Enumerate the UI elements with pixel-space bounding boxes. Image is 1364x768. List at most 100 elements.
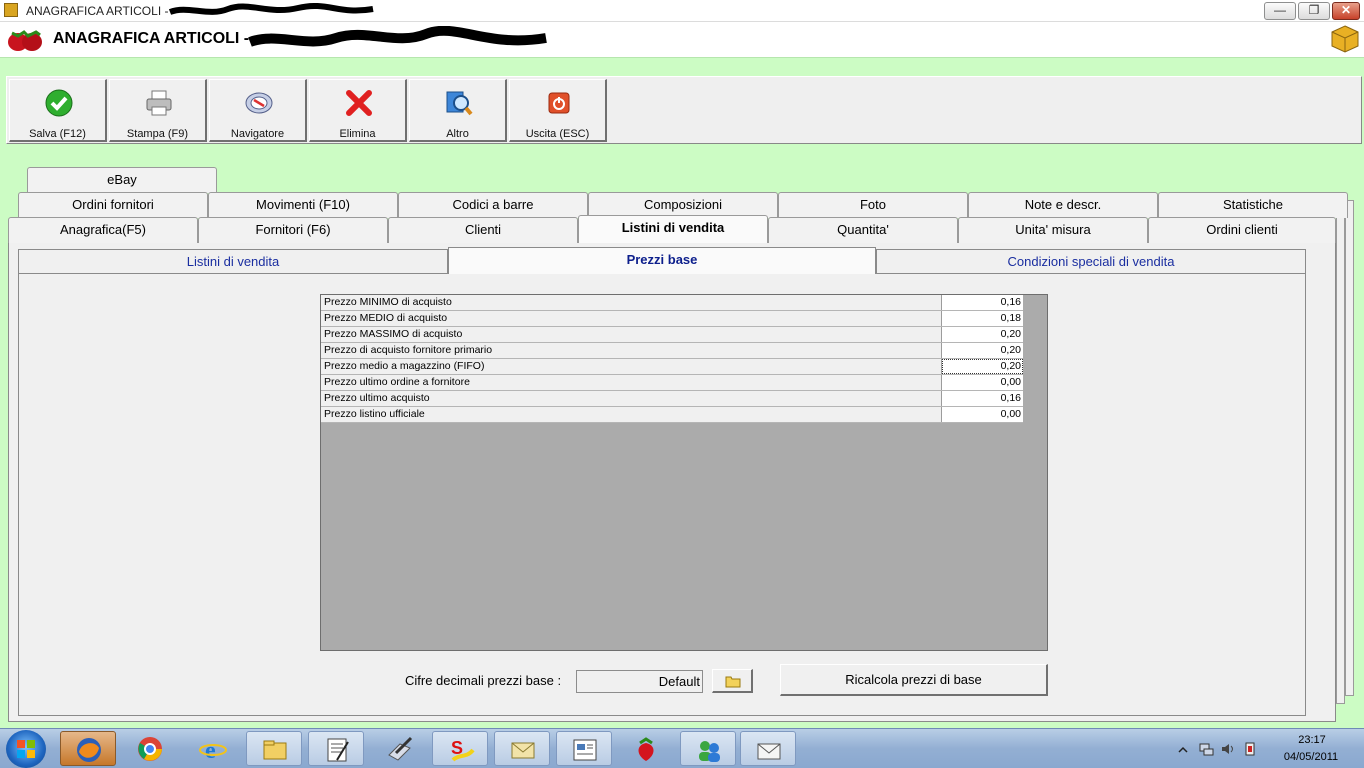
checkmark-icon: [45, 89, 73, 117]
tab-ebay[interactable]: eBay: [27, 167, 217, 193]
decimal-digits-field[interactable]: Default: [576, 670, 703, 693]
print-button[interactable]: Stampa (F9): [109, 79, 207, 142]
search-icon: [446, 91, 473, 116]
window-title-bar: ANAGRAFICA ARTICOLI - — ❐ ✕: [0, 0, 1364, 22]
notepad-icon: [327, 738, 349, 762]
taskbar-messenger[interactable]: [680, 731, 736, 766]
minimize-button[interactable]: —: [1264, 2, 1296, 20]
news-icon: [573, 739, 597, 761]
price-value[interactable]: 0,16: [942, 391, 1023, 406]
maximize-button[interactable]: ❐: [1298, 2, 1330, 20]
tab-note-descr[interactable]: Note e descr.: [968, 192, 1158, 218]
tab-fornitori[interactable]: Fornitori (F6): [198, 217, 388, 243]
taskbar-strawberry-app[interactable]: [618, 731, 674, 766]
table-row: Prezzo listino ufficiale 0,00: [321, 407, 1023, 423]
recalculate-base-prices-button[interactable]: Ricalcola prezzi di base: [780, 664, 1048, 696]
tab-listini-di-vendita[interactable]: Listini di vendita: [578, 215, 768, 243]
price-value[interactable]: 0,16: [942, 295, 1023, 310]
close-button[interactable]: ✕: [1332, 2, 1360, 20]
taskbar-chrome[interactable]: [122, 731, 178, 766]
print-label: Stampa (F9): [126, 128, 189, 140]
tab-unita-misura[interactable]: Unita' misura: [958, 217, 1148, 243]
folder-button[interactable]: [712, 669, 753, 693]
delete-button[interactable]: Elimina: [309, 79, 407, 142]
exit-button[interactable]: Uscita (ESC): [509, 79, 607, 142]
save-button[interactable]: Salva (F12): [9, 79, 107, 142]
delete-label: Elimina: [339, 128, 376, 140]
taskbar-envelope[interactable]: [740, 731, 796, 766]
taskbar-ie[interactable]: e: [185, 731, 241, 766]
network-icon[interactable]: [1198, 741, 1214, 757]
subtab-listini-di-vendita[interactable]: Listini di vendita: [18, 249, 448, 273]
tab-foto[interactable]: Foto: [778, 192, 968, 218]
subtab-condizioni-speciali[interactable]: Condizioni speciali di vendita: [876, 249, 1306, 273]
taskbar-explorer[interactable]: [246, 731, 302, 766]
strawberry-icon: [638, 737, 654, 761]
taskbar-mail[interactable]: [494, 731, 550, 766]
price-label: Prezzo di acquisto fornitore primario: [321, 343, 942, 358]
price-label: Prezzo MINIMO di acquisto: [321, 295, 942, 310]
clock-date[interactable]: 04/05/2011: [1276, 751, 1346, 763]
navigator-button[interactable]: Navigatore: [209, 79, 307, 142]
tab-movimenti[interactable]: Movimenti (F10): [208, 192, 398, 218]
table-row: Prezzo ultimo ordine a fornitore 0,00: [321, 375, 1023, 391]
other-button[interactable]: Altro: [409, 79, 507, 142]
tab-ordini-fornitori[interactable]: Ordini fornitori: [18, 192, 208, 218]
table-row: Prezzo MASSIMO di acquisto 0,20: [321, 327, 1023, 343]
price-value[interactable]: 0,20: [942, 327, 1023, 342]
taskbar-firefox[interactable]: [60, 731, 116, 766]
page-title: ANAGRAFICA ARTICOLI -: [53, 30, 250, 47]
clock-time[interactable]: 23:17: [1282, 734, 1342, 746]
taskbar-paint[interactable]: [372, 731, 428, 766]
decimal-digits-label: Cifre decimali prezzi base :: [405, 673, 562, 688]
tab-anagrafica[interactable]: Anagrafica(F5): [8, 217, 198, 243]
price-label: Prezzo MEDIO di acquisto: [321, 311, 942, 326]
tab-clienti[interactable]: Clienti: [388, 217, 578, 243]
app-icon: [4, 3, 18, 17]
taskbar-news[interactable]: [556, 731, 612, 766]
tab-quantita[interactable]: Quantita': [768, 217, 958, 243]
taskbar-notepad[interactable]: [308, 731, 364, 766]
price-label: Prezzo ultimo acquisto: [321, 391, 942, 406]
save-label: Salva (F12): [29, 128, 86, 140]
envelope-icon: [757, 743, 781, 760]
file-explorer-icon: [263, 740, 287, 760]
price-label: Prezzo ultimo ordine a fornitore: [321, 375, 942, 390]
tab-statistiche[interactable]: Statistiche: [1158, 192, 1348, 218]
compass-icon: [245, 92, 273, 114]
messenger-icon: [699, 741, 720, 762]
show-hidden-icons-icon[interactable]: [1178, 745, 1188, 755]
taskbar-solitaire[interactable]: S: [432, 731, 488, 766]
table-row: Prezzo MEDIO di acquisto 0,18: [321, 311, 1023, 327]
printer-icon: [146, 90, 172, 116]
firefox-icon: [77, 738, 101, 762]
table-row: Prezzo ultimo acquisto 0,16: [321, 391, 1023, 407]
redacted-scribble: [168, 3, 374, 15]
volume-icon[interactable]: [1220, 741, 1236, 757]
chrome-icon: [138, 737, 162, 761]
window-title: ANAGRAFICA ARTICOLI -: [26, 4, 169, 18]
folder-icon: [725, 676, 741, 688]
price-value[interactable]: 0,20: [942, 359, 1023, 374]
table-row: Prezzo MINIMO di acquisto 0,16: [321, 295, 1023, 311]
strawberry-logo-icon: [8, 30, 42, 51]
paint-icon: [388, 736, 413, 761]
tab-page-edge: [1336, 216, 1345, 704]
price-value[interactable]: 0,00: [942, 407, 1023, 422]
subtab-prezzi-base[interactable]: Prezzi base: [448, 247, 876, 274]
power-icon: [548, 92, 570, 114]
toolbar: Salva (F12) Stampa (F9) Navigatore Elimi…: [6, 76, 1362, 144]
power-plug-icon[interactable]: [1242, 741, 1258, 757]
tab-ordini-clienti[interactable]: Ordini clienti: [1148, 217, 1336, 243]
prices-grid: Prezzo MINIMO di acquisto 0,16 Prezzo ME…: [320, 294, 1048, 651]
price-label: Prezzo listino ufficiale: [321, 407, 942, 422]
price-value[interactable]: 0,20: [942, 343, 1023, 358]
price-label: Prezzo MASSIMO di acquisto: [321, 327, 942, 342]
tab-codici-a-barre[interactable]: Codici a barre: [398, 192, 588, 218]
price-value[interactable]: 0,18: [942, 311, 1023, 326]
mail-icon: [511, 742, 535, 759]
package-cube-icon: [1331, 25, 1359, 53]
price-value[interactable]: 0,00: [942, 375, 1023, 390]
price-label: Prezzo medio a magazzino (FIFO): [321, 359, 942, 374]
start-button[interactable]: [6, 730, 46, 768]
